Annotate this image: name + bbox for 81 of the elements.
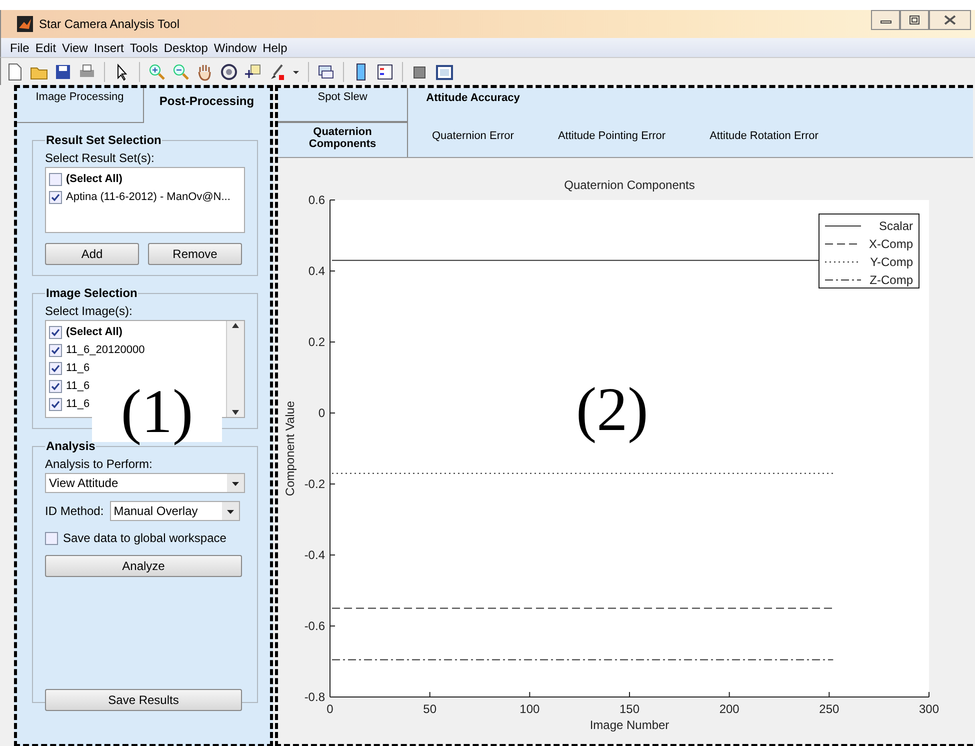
axis-label: Image Number [590, 718, 670, 732]
matlab-logo-icon [17, 16, 33, 32]
field-label: ID Method: [45, 504, 104, 518]
tab[interactable]: Spot Slew [278, 88, 408, 122]
checkbox[interactable] [49, 362, 62, 374]
tick-label: 250 [819, 702, 840, 716]
tick-label: 50 [423, 702, 437, 716]
group-title: Analysis [45, 439, 96, 453]
checkbox[interactable] [49, 380, 62, 392]
tick-label: 0 [326, 702, 334, 716]
close-icon [944, 15, 956, 25]
action-button[interactable]: Add [45, 243, 139, 265]
checkbox[interactable] [49, 190, 62, 204]
tick-label: -0.2 [304, 477, 325, 491]
analyze-button[interactable]: Analyze [45, 555, 242, 577]
dropdown[interactable]: Manual Overlay [110, 501, 240, 521]
tab[interactable]: Quaternion Error [408, 122, 534, 157]
menu-item[interactable]: Help [260, 40, 290, 54]
list-item[interactable]: (Select All) [66, 173, 122, 185]
legend-icon[interactable] [375, 62, 395, 82]
maximize-icon [908, 15, 920, 25]
scroll-down-icon[interactable] [231, 408, 240, 417]
tab[interactable]: Image Processing [17, 88, 144, 123]
scroll-up-icon[interactable] [231, 321, 240, 330]
zoom-in-icon[interactable] [147, 62, 167, 82]
menu-item[interactable]: Tools [126, 40, 161, 54]
tick-label: -0.4 [304, 548, 325, 562]
legend-label: Y-Comp [870, 255, 913, 269]
list-box[interactable]: (Select All) Aptina (11-6-2012) - ManOv@N... [45, 167, 245, 233]
list-item[interactable]: 11_6_20120000 [66, 344, 145, 356]
menu-item[interactable]: Insert [90, 40, 127, 54]
window-title: Star Camera Analysis Tool [39, 17, 181, 31]
scrollbar[interactable] [226, 321, 244, 417]
group-title: Result Set Selection [45, 133, 162, 147]
field-label: Select Result Set(s): [45, 151, 156, 165]
maximize-button[interactable] [900, 10, 929, 30]
tick-label: -0.6 [304, 619, 325, 633]
legend-label: Z-Comp [870, 273, 913, 287]
menu-item[interactable]: Desktop [160, 40, 211, 54]
list-item[interactable]: (Select All) [66, 326, 122, 338]
tab[interactable]: Quaternion Components [278, 122, 408, 157]
menu-item[interactable]: Window [210, 40, 260, 54]
checkbox[interactable] [49, 326, 62, 338]
checkbox-label[interactable]: Save data to global workspace [63, 531, 226, 545]
tick-label: 150 [619, 702, 640, 716]
tab[interactable]: Attitude Rotation Error [686, 122, 838, 157]
checkbox[interactable] [45, 532, 58, 544]
save-results-button[interactable]: Save Results [45, 689, 242, 711]
menu-item[interactable]: File [7, 40, 32, 54]
list-item[interactable]: Aptina (11-6-2012) - ManOv@N... [66, 191, 230, 203]
tick-label: -0.8 [304, 690, 325, 704]
checkbox[interactable] [49, 172, 62, 186]
field-label: Analysis to Perform: [45, 457, 154, 471]
chart-title: Quaternion Components [564, 178, 695, 192]
tick-label: 200 [719, 702, 740, 716]
rotate-icon[interactable] [219, 62, 239, 82]
tab[interactable]: Attitude Accuracy [408, 88, 538, 122]
minimize-button[interactable] [871, 10, 900, 30]
tick-label: 0.4 [308, 264, 325, 278]
tick-label: 0.2 [308, 335, 325, 349]
close-button[interactable] [929, 10, 971, 30]
checkbox[interactable] [49, 344, 62, 356]
group-title: Image Selection [45, 286, 138, 300]
list-item[interactable]: 11_6 [66, 380, 90, 392]
list-item[interactable]: 11_6 [66, 398, 90, 410]
tick-label: 0 [318, 406, 325, 420]
legend-label: X-Comp [868, 237, 913, 251]
menu-item[interactable]: View [59, 40, 91, 54]
tab[interactable]: Attitude Pointing Error [534, 122, 686, 157]
tick-label: 0.6 [308, 193, 325, 207]
field-label: Select Image(s): [45, 304, 134, 318]
tick-label: 100 [520, 702, 540, 716]
menu-item[interactable]: Edit [32, 40, 60, 54]
axis-label: Component Value [283, 400, 297, 496]
action-button[interactable]: Remove [148, 243, 242, 265]
list-item[interactable]: 11_6 [66, 362, 90, 374]
legend-label: Scalar [878, 219, 913, 233]
checkbox[interactable] [49, 398, 62, 410]
tab[interactable]: Post-Processing [144, 88, 270, 123]
dropdown[interactable]: View Attitude [45, 473, 245, 493]
tick-label: 300 [918, 702, 940, 716]
